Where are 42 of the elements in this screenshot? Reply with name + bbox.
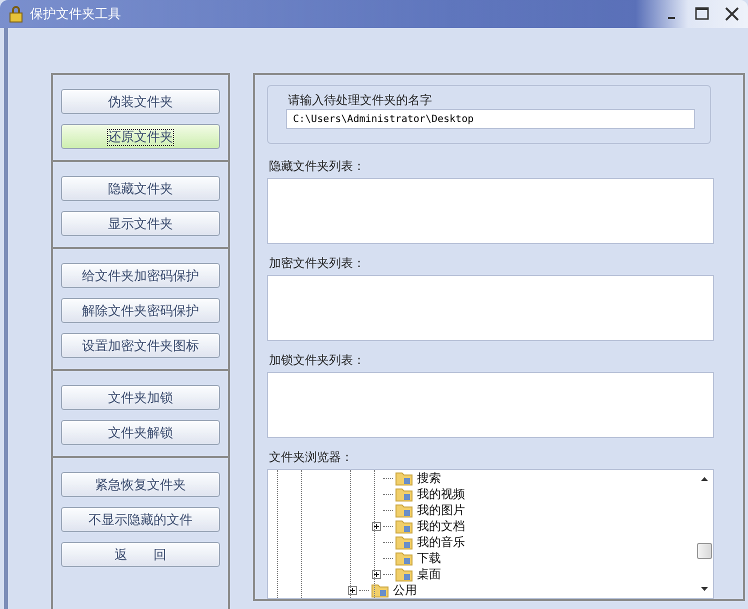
tree-item[interactable]: 桌面 bbox=[417, 566, 441, 582]
folder-icon bbox=[395, 502, 413, 518]
list-label: 加密文件夹列表： bbox=[269, 255, 366, 272]
folder-icon bbox=[395, 550, 413, 566]
action-button[interactable]: 文件夹加锁 bbox=[61, 385, 220, 410]
scroll-down-icon[interactable] bbox=[700, 586, 709, 592]
action-button[interactable]: 伪装文件夹 bbox=[61, 89, 220, 114]
action-button[interactable]: 设置加密文件夹图标 bbox=[61, 333, 220, 358]
list-label: 加锁文件夹列表： bbox=[269, 352, 366, 369]
action-button[interactable]: 文件夹解锁 bbox=[61, 420, 220, 445]
tree-item[interactable]: 下载 bbox=[417, 550, 441, 566]
browser-label: 文件夹浏览器： bbox=[269, 449, 354, 466]
scroll-thumb[interactable] bbox=[697, 543, 712, 559]
folder-icon bbox=[395, 518, 413, 534]
folder-icon bbox=[395, 534, 413, 550]
folder-icon bbox=[395, 566, 413, 582]
action-button[interactable]: 给文件夹加密码保护 bbox=[61, 263, 220, 288]
tree-item[interactable]: 我的视频 bbox=[417, 486, 465, 502]
action-button[interactable]: 隐藏文件夹 bbox=[61, 176, 220, 201]
folder-tree[interactable]: 搜索 我的视频 我的图片 我的文档 我的音乐 下载 桌面 公用 bbox=[267, 469, 714, 599]
folder-icon bbox=[371, 582, 389, 598]
action-button[interactable]: 显示文件夹 bbox=[61, 211, 220, 236]
tree-item[interactable]: 公用 bbox=[393, 582, 417, 598]
list-label: 隐藏文件夹列表： bbox=[269, 158, 366, 175]
expand-icon[interactable] bbox=[372, 570, 381, 578]
group-legend: 请输入待处理文件夹的名字 bbox=[286, 92, 692, 109]
folder-name-field[interactable]: C:\Users\Administrator\Desktop bbox=[286, 109, 695, 129]
folder-icon bbox=[395, 486, 413, 502]
scroll-up-icon[interactable] bbox=[700, 476, 709, 482]
folder-icon bbox=[395, 470, 413, 486]
expand-icon[interactable] bbox=[372, 522, 381, 530]
action-button[interactable]: 还原文件夹 bbox=[61, 124, 220, 149]
window-title: 保护文件夹工具 bbox=[30, 6, 121, 23]
tree-item[interactable]: 我的音乐 bbox=[417, 534, 465, 550]
action-button[interactable]: 紧急恢复文件夹 bbox=[61, 472, 220, 497]
expand-icon[interactable] bbox=[348, 586, 357, 594]
tree-item[interactable]: 我的文档 bbox=[417, 518, 465, 534]
tree-item[interactable]: 我的图片 bbox=[417, 502, 465, 518]
action-button[interactable]: 不显示隐藏的文件 bbox=[61, 507, 220, 532]
action-button[interactable]: 解除文件夹密码保护 bbox=[61, 298, 220, 323]
action-button[interactable]: 返 回 bbox=[61, 542, 220, 567]
tree-item[interactable]: 搜索 bbox=[417, 470, 441, 486]
